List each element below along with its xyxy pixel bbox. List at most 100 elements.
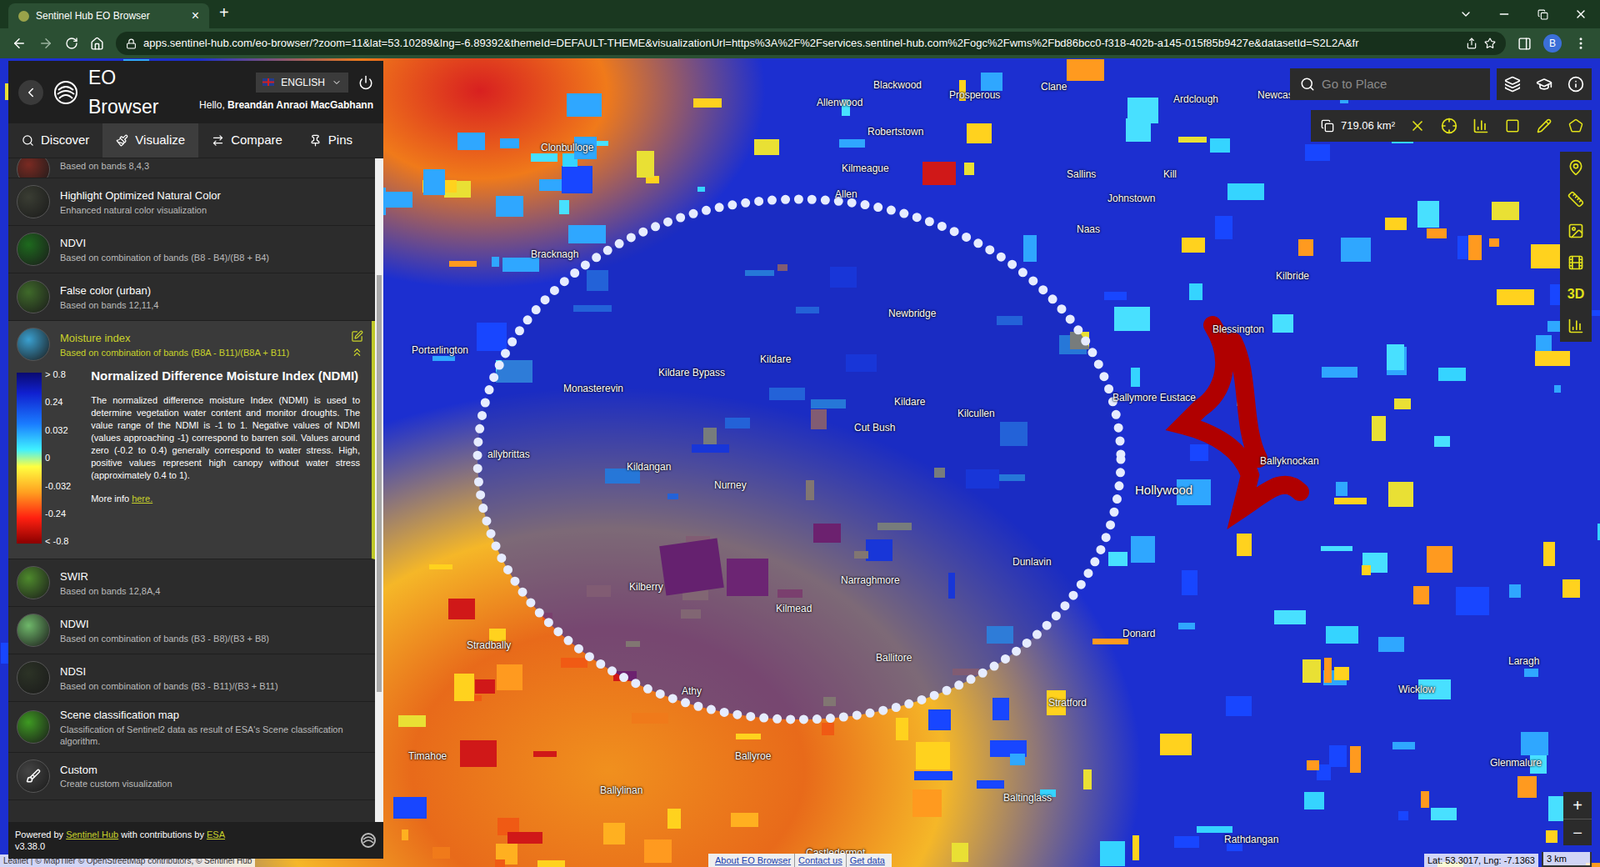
panel-tab[interactable]: Visualize	[102, 123, 199, 158]
chevron-left-icon	[23, 85, 39, 100]
scrollbar[interactable]	[375, 158, 384, 822]
image-download-button[interactable]	[1560, 215, 1592, 247]
layer-item[interactable]: Highlight Optimized Natural ColorEnhance…	[8, 178, 375, 226]
back-button[interactable]	[18, 80, 44, 105]
footer-link[interactable]: About EO Browser	[711, 853, 795, 867]
field-patch	[1545, 830, 1559, 842]
layers-button[interactable]	[1496, 68, 1529, 100]
map-label: Athy	[681, 683, 702, 699]
compare-chart-button[interactable]	[1560, 310, 1592, 342]
field-patch	[1320, 545, 1353, 551]
map[interactable]: BlackwoodProsperousClaneArdcloughNewcast…	[0, 58, 1600, 867]
field-patch	[1426, 228, 1448, 239]
minimize-icon[interactable]	[1497, 7, 1511, 21]
panel-tab[interactable]: Pins	[295, 123, 366, 158]
bookmark-icon[interactable]	[1484, 37, 1496, 50]
browser-tab[interactable]: Sentinel Hub EO Browser×	[8, 3, 210, 29]
copy-icon[interactable]	[1320, 119, 1335, 133]
field-patch	[448, 598, 475, 620]
share-icon[interactable]	[1465, 37, 1478, 50]
field-patch	[976, 780, 1005, 789]
layer-item[interactable]: NDWIBased on combination of bands (B3 - …	[8, 606, 375, 655]
field-patch	[537, 860, 565, 867]
restore-icon[interactable]	[1537, 9, 1549, 20]
map-label: Allen	[835, 186, 858, 202]
layer-thumbnail	[16, 327, 50, 361]
language-select[interactable]: ENGLISH	[255, 72, 349, 93]
menu-icon[interactable]	[1573, 35, 1589, 51]
address-field[interactable]: apps.sentinel-hub.com/eo-browser/?zoom=1…	[115, 31, 1506, 55]
field-patch	[1524, 668, 1538, 676]
field-patch	[449, 260, 477, 267]
map-label: Kilmeague	[841, 160, 890, 176]
edit-icon[interactable]	[350, 330, 364, 343]
home-icon[interactable]	[90, 36, 105, 51]
place-search[interactable]: Go to Place	[1290, 68, 1490, 100]
tab-search-icon[interactable]	[1459, 7, 1473, 21]
layer-item[interactable]: False color (urban)Based on bands 12,11,…	[8, 273, 375, 321]
field-patch	[491, 256, 500, 267]
zoom-out-button[interactable]: −	[1563, 818, 1592, 845]
field-patch	[539, 179, 562, 191]
field-patch	[1489, 238, 1500, 248]
collapse-icon[interactable]	[350, 345, 364, 359]
map-label: Ballyknockan	[1260, 453, 1320, 469]
panel-tab[interactable]: Compare	[198, 123, 296, 158]
power-icon[interactable]	[358, 75, 374, 90]
back-icon[interactable]	[11, 35, 27, 51]
remove-area-button[interactable]	[1401, 110, 1434, 142]
layer-item[interactable]: Scene classification mapClassification o…	[8, 701, 375, 753]
layer-item[interactable]: NDVIBased on combination of bands (B8 - …	[8, 225, 375, 274]
footer-link[interactable]: Get data	[845, 853, 889, 867]
pin-button[interactable]	[1560, 151, 1592, 184]
draw-button[interactable]	[1528, 110, 1560, 142]
dropdown-icon	[331, 77, 342, 88]
layer-item[interactable]: SWIRBased on bands 12,8A,4	[8, 559, 375, 607]
profile-avatar[interactable]: B	[1543, 34, 1562, 53]
field-patch	[476, 322, 507, 350]
tab-close[interactable]: ×	[191, 9, 200, 23]
map-label: Ardclough	[1173, 91, 1219, 107]
panel-tab[interactable]: Discover	[8, 123, 103, 158]
esa-link[interactable]: ESA	[206, 829, 225, 840]
forward-icon[interactable]	[38, 35, 54, 51]
close-icon[interactable]	[1574, 7, 1588, 21]
measure-button[interactable]	[1560, 183, 1592, 215]
layer-item[interactable]: Moisture indexBased on combination of ba…	[8, 320, 375, 560]
new-tab-button[interactable]: +	[209, 0, 240, 29]
layer-item[interactable]: Based on bands 8,4,3	[8, 158, 375, 179]
side-panel-icon[interactable]	[1517, 36, 1532, 51]
more-info-link[interactable]: here.	[131, 493, 153, 504]
map-label: Rathdangan	[1224, 831, 1279, 847]
field-patch	[1321, 366, 1357, 378]
field-patch	[1496, 289, 1535, 305]
legend-title: Normalized Difference Moisture Index (ND…	[90, 367, 360, 385]
tab-icon	[211, 134, 225, 147]
3d-button[interactable]: 3D	[1560, 278, 1592, 310]
area-toolbar: 719.06 km²	[1310, 110, 1592, 142]
field-patch	[1130, 535, 1155, 563]
map-label: Timahoe	[408, 748, 447, 764]
version: v3.38.0	[15, 840, 360, 852]
field-patch	[914, 770, 953, 780]
field-patch	[533, 750, 557, 757]
reload-icon[interactable]	[65, 36, 79, 50]
center-button[interactable]	[1433, 110, 1465, 142]
layer-item[interactable]: NDSIBased on combination of bands (B3 - …	[8, 654, 375, 702]
zoom-in-button[interactable]: +	[1563, 791, 1592, 819]
sentinel-hub-link[interactable]: Sentinel Hub	[65, 829, 119, 840]
footer-link[interactable]: Contact us	[794, 853, 846, 867]
statistics-button[interactable]	[1465, 110, 1497, 142]
field-patch	[500, 138, 520, 149]
field-patch	[1298, 239, 1314, 257]
tutorial-button[interactable]	[1528, 68, 1560, 100]
field-patch	[895, 717, 908, 740]
rectangle-button[interactable]	[1496, 110, 1529, 142]
field-patch	[1535, 350, 1570, 366]
layer-item[interactable]: CustomCreate custom visualization	[8, 752, 375, 800]
polygon-button[interactable]	[1560, 110, 1592, 142]
field-patch	[1554, 385, 1561, 393]
info-button[interactable]	[1560, 68, 1592, 100]
timelapse-button[interactable]	[1560, 246, 1592, 279]
film-icon	[1567, 254, 1585, 271]
